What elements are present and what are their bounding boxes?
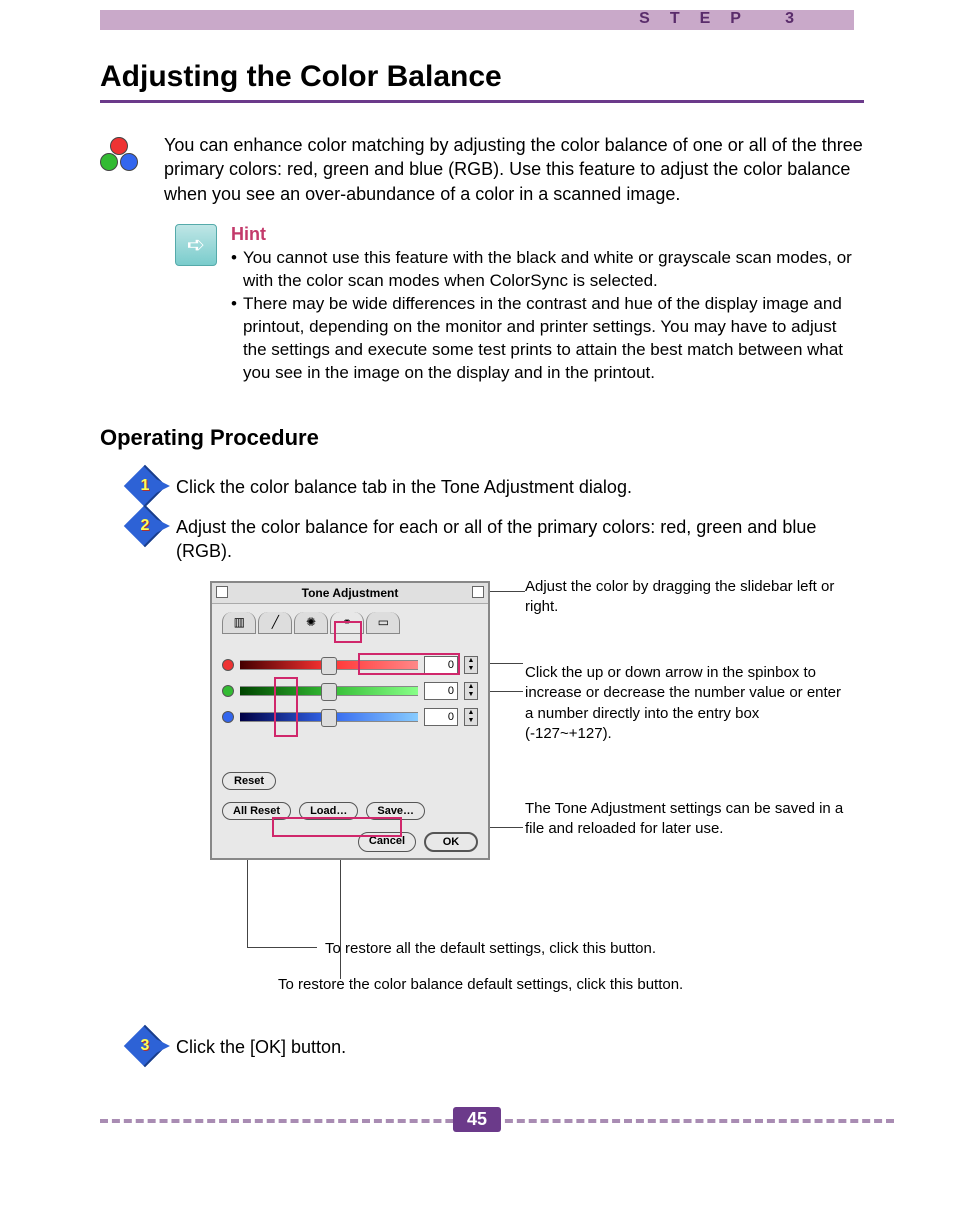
step-badge-2: 2: [130, 511, 160, 541]
hint-body: •You cannot use this feature with the bl…: [231, 247, 864, 385]
green-dot-icon: [222, 685, 234, 697]
callout-allreset: To restore all the default settings, cli…: [325, 939, 765, 959]
title-underline: [100, 100, 864, 103]
window-close-box[interactable]: [216, 586, 228, 598]
blue-slider[interactable]: [240, 712, 418, 722]
green-slider-thumb[interactable]: [321, 683, 337, 701]
blue-spin-up[interactable]: ▲: [465, 709, 477, 717]
highlight-value-spin: [358, 653, 460, 675]
green-slider[interactable]: [240, 686, 418, 696]
blue-value-input[interactable]: 0: [424, 708, 458, 726]
tab-curves[interactable]: ╱: [258, 612, 292, 634]
reset-button[interactable]: Reset: [222, 772, 276, 790]
callout-slidebar: Adjust the color by dragging the slideba…: [525, 577, 845, 618]
step-1: 1 Click the color balance tab in the Ton…: [130, 471, 864, 501]
hint-bullet-2: There may be wide differences in the con…: [243, 293, 864, 385]
hint-arrow-icon: ➪: [175, 224, 217, 266]
window-collapse-box[interactable]: [472, 586, 484, 598]
step-2: 2 Adjust the color balance for each or a…: [130, 511, 864, 564]
blue-spin-down[interactable]: ▼: [465, 717, 477, 725]
hint-bullet-1: You cannot use this feature with the bla…: [243, 247, 864, 293]
red-spin-down[interactable]: ▼: [465, 665, 477, 673]
dialog-titlebar[interactable]: Tone Adjustment: [212, 583, 488, 604]
rgb-icon: [100, 137, 140, 177]
blue-spinner[interactable]: ▲▼: [464, 708, 478, 726]
page-footer: 45: [0, 1101, 954, 1141]
green-value-input[interactable]: 0: [424, 682, 458, 700]
highlight-thumbs: [274, 677, 298, 737]
green-slider-row: 0 ▲▼: [222, 682, 478, 700]
highlight-load-save: [272, 817, 402, 837]
ok-button[interactable]: OK: [424, 832, 478, 852]
red-spin-up[interactable]: ▲: [465, 657, 477, 665]
red-dot-icon: [222, 659, 234, 671]
page-number: 45: [453, 1107, 501, 1132]
intro-text: You can enhance color matching by adjust…: [164, 133, 864, 206]
blue-dot-icon: [222, 711, 234, 723]
step-badge-3: 3: [130, 1031, 160, 1061]
step-badge-1: 1: [130, 471, 160, 501]
highlight-color-balance-tab: [334, 621, 362, 643]
red-slider-thumb[interactable]: [321, 657, 337, 675]
section-title: Operating Procedure: [100, 425, 864, 451]
header-bar: STEP 3: [100, 10, 854, 30]
callout-spinbox: Click the up or down arrow in the spinbo…: [525, 663, 845, 744]
tab-threshold[interactable]: ▭: [366, 612, 400, 634]
step-3-text: Click the [OK] button.: [176, 1031, 346, 1061]
green-spin-up[interactable]: ▲: [465, 683, 477, 691]
page-title: Adjusting the Color Balance: [100, 60, 864, 94]
dialog-title: Tone Adjustment: [302, 586, 399, 600]
callout-saveload: The Tone Adjustment settings can be save…: [525, 799, 845, 840]
step-3: 3 Click the [OK] button.: [130, 1031, 864, 1061]
step-label: STEP 3: [639, 10, 814, 28]
hint-title: Hint: [231, 224, 864, 245]
dialog-figure: Tone Adjustment ▥ ╱ ✺ ⚭ ▭ 0 ▲▼: [200, 581, 864, 1011]
step-1-text: Click the color balance tab in the Tone …: [176, 471, 632, 501]
blue-slider-thumb[interactable]: [321, 709, 337, 727]
step-2-text: Adjust the color balance for each or all…: [176, 511, 864, 564]
callout-reset: To restore the color balance default set…: [278, 975, 798, 995]
red-spinner[interactable]: ▲▼: [464, 656, 478, 674]
blue-slider-row: 0 ▲▼: [222, 708, 478, 726]
tab-histogram[interactable]: ▥: [222, 612, 256, 634]
green-spin-down[interactable]: ▼: [465, 691, 477, 699]
green-spinner[interactable]: ▲▼: [464, 682, 478, 700]
tab-brightness[interactable]: ✺: [294, 612, 328, 634]
